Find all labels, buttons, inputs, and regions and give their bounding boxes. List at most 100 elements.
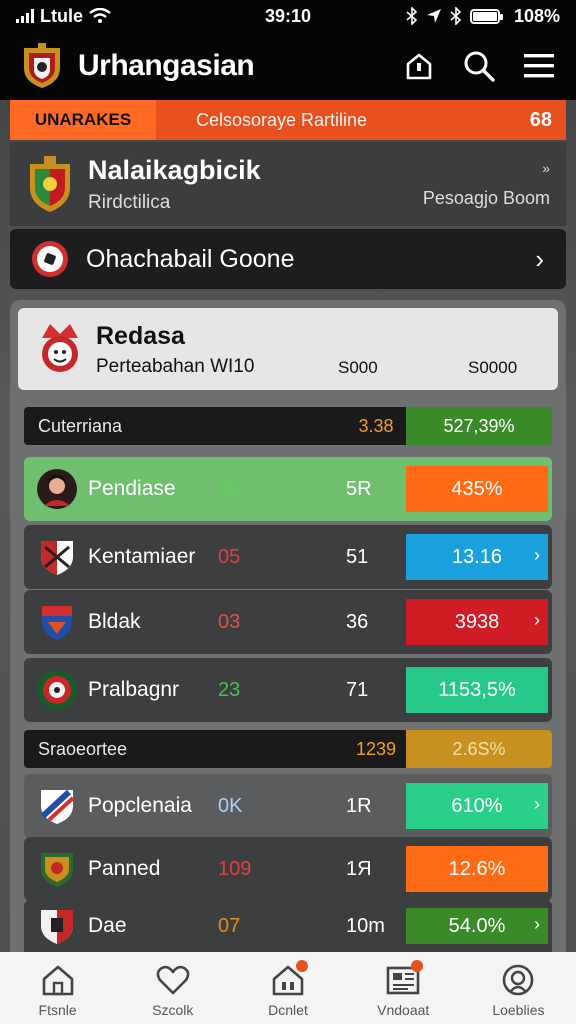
- game-row[interactable]: Ohachabail Goone ›: [10, 229, 566, 289]
- status-right: 108%: [360, 6, 560, 27]
- app-header: Urhangasian: [0, 32, 576, 100]
- team-card[interactable]: Nalaikagbicik Rirdctilica » Pesoagjo Boo…: [10, 142, 566, 226]
- team-row[interactable]: Pralbagnr 23 71 1153,5%: [24, 658, 552, 722]
- league-col-2: S0000: [468, 358, 518, 377]
- team-row-name: Kentamiaer: [88, 545, 196, 568]
- chevron-right-icon: ›: [534, 914, 540, 934]
- team-row[interactable]: Panned 109 1Я 12.6%: [24, 837, 552, 901]
- percent-value: 1153,5%: [438, 678, 516, 701]
- app-title: Urhangasian: [78, 49, 255, 82]
- team-row[interactable]: Popclenaia 0K 1R 610% ›: [24, 774, 552, 838]
- notification-home-icon: [270, 960, 308, 998]
- nav-tab-favorites[interactable]: Szcolk: [115, 952, 230, 1024]
- shield-crest-icon: [36, 785, 78, 827]
- team-row-percent[interactable]: 13.16 ›: [406, 534, 548, 580]
- location-icon: [426, 9, 441, 23]
- team-row-score: 109: [218, 857, 252, 880]
- section-percent: 527,39%: [406, 407, 552, 445]
- team-row-points: 5R: [346, 477, 372, 500]
- game-label: Ohachabail Goone: [86, 244, 295, 273]
- battery-icon: [469, 8, 503, 24]
- section-number: 3.38: [358, 415, 394, 436]
- nav-tab-home[interactable]: Ftsnle: [0, 952, 115, 1024]
- app-root: Ltule 39:10 108% Urhangasian UNARAKES Ce…: [0, 0, 576, 1024]
- nav-tab-news[interactable]: Vndoaat: [346, 952, 461, 1024]
- profile-icon: [500, 962, 536, 998]
- team-right: » Pesoagjo Boom: [423, 160, 550, 209]
- team-info: Nalaikagbicik Rirdctilica: [88, 155, 423, 214]
- percent-value: 610%: [451, 794, 503, 817]
- team-row-score: 23: [218, 678, 241, 701]
- team-row-name: Bldak: [88, 610, 141, 633]
- heart-icon: [155, 962, 191, 998]
- nav-label: Loeblies: [492, 1002, 545, 1018]
- home-icon[interactable]: [402, 49, 436, 83]
- nav-tab-profile[interactable]: Loeblies: [461, 952, 576, 1024]
- team-row-name: Popclenaia: [88, 794, 192, 817]
- team-row-name: Pendiase: [88, 477, 176, 500]
- team-row[interactable]: Dae 07 10m 54.0% ›: [24, 900, 552, 952]
- team-crest-icon: [30, 156, 70, 212]
- team-row[interactable]: Kentamiaer 05 51 13.16 ›: [24, 525, 552, 589]
- team-subtitle: Rirdctilica: [88, 191, 171, 213]
- team-row-percent[interactable]: 3938 ›: [406, 599, 548, 645]
- search-icon[interactable]: [462, 49, 496, 83]
- section-header: Sraoeortee 1239 2.6S%: [24, 730, 552, 768]
- team-row-percent[interactable]: 12.6%: [406, 846, 548, 892]
- round-crest-icon: [36, 669, 78, 711]
- football-icon: [32, 241, 68, 277]
- chevron-right-icon: ›: [534, 545, 540, 565]
- bluetooth-icon-2: [450, 7, 462, 25]
- team-row-score: 03: [218, 610, 241, 633]
- section-percent: 2.6S%: [406, 730, 552, 768]
- team-row-name: Pralbagnr: [88, 678, 180, 701]
- nav-tab-notifications[interactable]: Dcnlet: [230, 952, 345, 1024]
- section-label: Sraoeortee: [38, 738, 128, 759]
- team-row-score: 05: [218, 545, 241, 568]
- nav-label: Vndoaat: [377, 1002, 430, 1018]
- league-col-1: S000: [338, 358, 378, 377]
- team-row-score: 00: [218, 477, 241, 500]
- player-avatar-icon: [36, 468, 78, 510]
- percent-value: 12.6%: [448, 857, 506, 880]
- promo-strip[interactable]: UNARAKES Celsosoraye Rartiline 68: [10, 100, 566, 140]
- league-name: Redasa: [96, 322, 185, 350]
- carrier-label: Ltule: [40, 5, 83, 26]
- team-row-score: 07: [218, 914, 241, 937]
- team-row-percent[interactable]: 54.0% ›: [406, 908, 548, 944]
- team-right-text: Pesoagjo Boom: [422, 187, 550, 208]
- team-row[interactable]: Pendiase 00 5R 435%: [24, 457, 552, 521]
- team-row[interactable]: Bldak 03 36 3938 ›: [24, 590, 552, 654]
- notification-dot: [296, 960, 308, 972]
- team-row-points: 51: [346, 545, 369, 568]
- news-icon: [385, 960, 424, 998]
- nav-label: Ftsnle: [38, 1002, 77, 1018]
- team-row-percent[interactable]: 1153,5%: [406, 667, 548, 713]
- team-row-percent[interactable]: 610% ›: [406, 783, 548, 829]
- percent-value: 13.16: [451, 545, 503, 568]
- nav-label: Dcnlet: [268, 1002, 308, 1018]
- expand-chevron-icon[interactable]: »: [423, 160, 550, 176]
- strip-middle-label: Celsosoraye Rartiline: [196, 109, 368, 130]
- shield-crest-icon: [36, 905, 78, 947]
- bottom-nav: Ftsnle Szcolk Dcnlet Vndoaat Loeblies: [0, 952, 576, 1024]
- status-left: Ltule: [16, 6, 216, 27]
- league-crest-icon: [42, 324, 78, 372]
- nav-label: Szcolk: [152, 1002, 194, 1018]
- percent-value: 54.0%: [448, 914, 506, 937]
- percent-value: 3938: [454, 610, 500, 633]
- team-row-percent[interactable]: 435%: [406, 466, 548, 512]
- team-row-points: 36: [346, 610, 369, 633]
- menu-icon[interactable]: [522, 49, 556, 83]
- chevron-right-icon: ›: [535, 243, 544, 274]
- strip-left-label: UNARAKES: [10, 100, 156, 140]
- notification-dot: [411, 960, 424, 972]
- status-time: 39:10: [264, 5, 312, 26]
- percent-value: 435%: [451, 477, 503, 500]
- home-icon: [40, 962, 76, 998]
- status-bar: Ltule 39:10 108%: [0, 0, 576, 32]
- league-header[interactable]: Redasa Perteabahan WI10 S000 S0000: [18, 308, 558, 390]
- strip-count: 68: [529, 108, 552, 131]
- chevron-right-icon: ›: [534, 794, 540, 814]
- team-row-name: Panned: [88, 857, 161, 880]
